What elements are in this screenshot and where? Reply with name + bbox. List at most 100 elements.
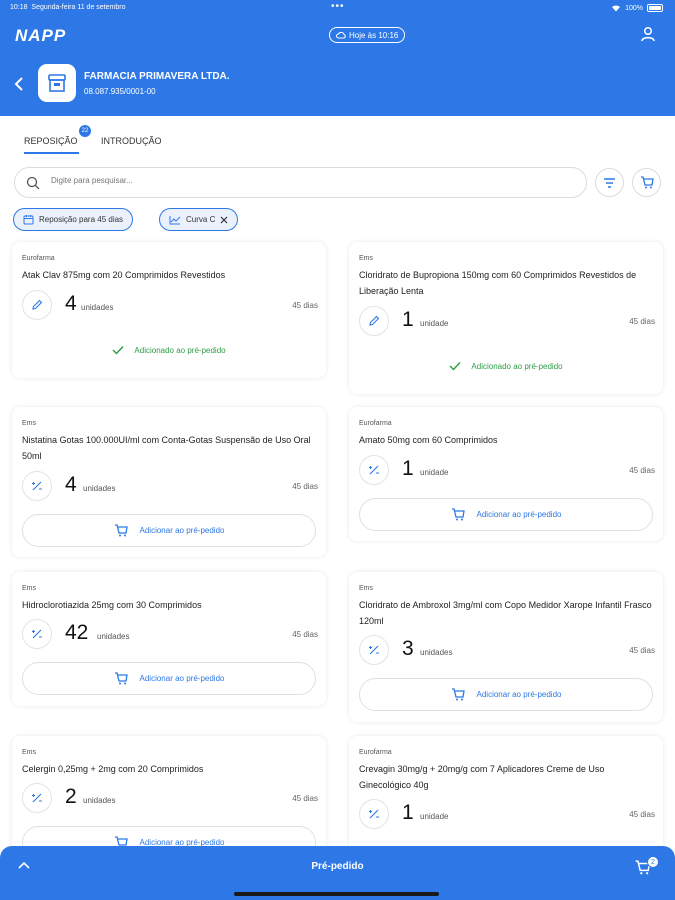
pencil-icon: [369, 315, 380, 326]
percent-icon: [32, 481, 42, 491]
chip-label: Curva C: [186, 215, 216, 224]
quantity-row: 1 unidade 45 dias: [359, 455, 655, 485]
home-indicator[interactable]: [234, 892, 439, 896]
reposition-days: 45 dias: [292, 630, 318, 639]
tab-reposicao[interactable]: REPOSIÇÃO: [24, 136, 78, 146]
filter-icon: [604, 177, 615, 188]
cart-icon: [451, 688, 465, 701]
percent-quantity-button[interactable]: [359, 455, 389, 485]
tab-reposicao-badge: 22: [79, 125, 91, 137]
edit-quantity-button[interactable]: [22, 290, 52, 320]
quantity-row: 3 unidades 45 dias: [359, 635, 655, 665]
cart-count-badge: 2: [647, 856, 659, 868]
app-header: 10:18 Segunda-feira 11 de setembro ••• 1…: [0, 0, 675, 116]
quantity-value: 2: [65, 785, 77, 808]
sync-label: Hoje às 10:16: [349, 30, 399, 40]
percent-icon: [369, 465, 379, 475]
preorder-title: Pré-pedido: [311, 861, 364, 872]
product-name: Nistatina Gotas 100.000UI/ml com Conta-G…: [22, 435, 311, 461]
back-arrow-icon[interactable]: [14, 76, 24, 92]
product-name: Atak Clav 875mg com 20 Comprimidos Reves…: [22, 270, 226, 280]
percent-quantity-button[interactable]: [22, 471, 52, 501]
percent-quantity-button[interactable]: [359, 799, 389, 829]
add-to-preorder-button[interactable]: Adicionar ao pré-pedido: [359, 678, 653, 711]
quantity-unit: unidades: [83, 484, 116, 493]
quantity-value: 4: [65, 473, 77, 496]
product-card: Ems Cloridrato de Bupropiona 150mg com 6…: [349, 242, 663, 394]
add-label: Adicionar ao pré-pedido: [476, 510, 562, 519]
status-time: 10:18: [10, 4, 28, 11]
added-label: Adicionado ao pré-pedido: [134, 345, 226, 355]
check-icon: [449, 362, 461, 371]
user-icon[interactable]: [640, 26, 656, 42]
product-name: Cloridrato de Bupropiona 150mg com 60 Co…: [359, 270, 637, 296]
quantity-row: 1 unidade 45 dias: [359, 306, 655, 336]
chip-label: Reposição para 45 dias: [39, 215, 124, 224]
edit-quantity-button[interactable]: [359, 306, 389, 336]
search-bar[interactable]: [14, 167, 587, 198]
add-to-preorder-button[interactable]: Adicionar ao pré-pedido: [22, 514, 316, 547]
reposition-days: 45 dias: [292, 482, 318, 491]
product-brand: Ems: [22, 420, 36, 427]
product-name: Celergin 0,25mg + 2mg com 20 Comprimidos: [22, 764, 204, 774]
add-to-preorder-button[interactable]: Adicionar ao pré-pedido: [359, 498, 653, 531]
cart-icon: [114, 672, 128, 685]
add-to-preorder-button[interactable]: Adicionar ao pré-pedido: [22, 662, 316, 695]
cart-button[interactable]: [632, 168, 661, 197]
wifi-icon: [612, 5, 621, 12]
check-icon: [112, 346, 124, 355]
add-label: Adicionar ao pré-pedido: [139, 674, 225, 683]
active-tab-indicator: [24, 152, 79, 154]
status-time-date: 10:18 Segunda-feira 11 de setembro: [10, 4, 125, 11]
product-brand: Eurofarma: [359, 749, 392, 756]
quantity-row: 42 unidades 45 dias: [22, 619, 318, 649]
chip-reposicao-dias[interactable]: Reposição para 45 dias: [13, 208, 134, 231]
product-brand: Ems: [359, 585, 373, 592]
quantity-unit: unidades: [420, 648, 453, 657]
status-bar: 10:18 Segunda-feira 11 de setembro ••• 1…: [0, 0, 675, 16]
quantity-row: 4 unidades 45 dias: [22, 471, 318, 501]
product-card: Ems Hidroclorotiazida 25mg com 30 Compri…: [12, 572, 326, 706]
battery-percent: 100%: [625, 4, 643, 12]
quantity-unit: unidade: [420, 812, 449, 821]
cart-icon: [451, 508, 465, 521]
cloud-sync-icon: [336, 31, 346, 39]
multitask-dots[interactable]: •••: [331, 1, 345, 12]
product-card: Ems Cloridrato de Ambroxol 3mg/ml com Co…: [349, 572, 663, 722]
quantity-unit: unidades: [81, 303, 114, 312]
percent-quantity-button[interactable]: [22, 619, 52, 649]
close-icon[interactable]: [220, 216, 228, 224]
product-brand: Eurofarma: [359, 420, 392, 427]
percent-icon: [32, 793, 42, 803]
sync-status-button[interactable]: Hoje às 10:16: [329, 27, 406, 43]
quantity-value: 1: [402, 308, 414, 331]
percent-quantity-button[interactable]: [22, 783, 52, 813]
product-brand: Ems: [359, 255, 373, 262]
filter-button[interactable]: [595, 168, 624, 197]
trend-chart-icon: [169, 215, 181, 224]
cart-icon: [114, 524, 128, 537]
reposition-days: 45 dias: [292, 794, 318, 803]
quantity-row: 2 unidades 45 dias: [22, 783, 318, 813]
quantity-unit: unidade: [420, 468, 449, 477]
quantity-value: 3: [402, 637, 414, 660]
battery-icon: [647, 4, 663, 12]
pencil-icon: [32, 299, 43, 310]
napp-logo: NAPP: [15, 26, 67, 45]
add-label: Adicionar ao pré-pedido: [139, 526, 225, 535]
chip-curva[interactable]: Curva C: [159, 208, 239, 231]
add-label: Adicionar ao pré-pedido: [476, 690, 562, 699]
product-card: Eurofarma Atak Clav 875mg com 20 Comprim…: [12, 242, 326, 378]
added-label: Adicionado ao pré-pedido: [471, 361, 563, 371]
cart-icon: [640, 176, 654, 189]
percent-icon: [369, 809, 379, 819]
tab-introducao[interactable]: INTRODUÇÃO: [101, 136, 162, 146]
reposition-days: 45 dias: [629, 317, 655, 326]
percent-quantity-button[interactable]: [359, 635, 389, 665]
quantity-row: 4 unidades 45 dias: [22, 290, 318, 320]
store-cnpj: 08.087.935/0001-00: [84, 87, 156, 96]
search-input[interactable]: [51, 176, 451, 185]
product-card: Ems Nistatina Gotas 100.000UI/ml com Con…: [12, 407, 326, 557]
product-name: Hidroclorotiazida 25mg com 30 Comprimido…: [22, 600, 202, 610]
status-right: 100%: [611, 4, 663, 12]
